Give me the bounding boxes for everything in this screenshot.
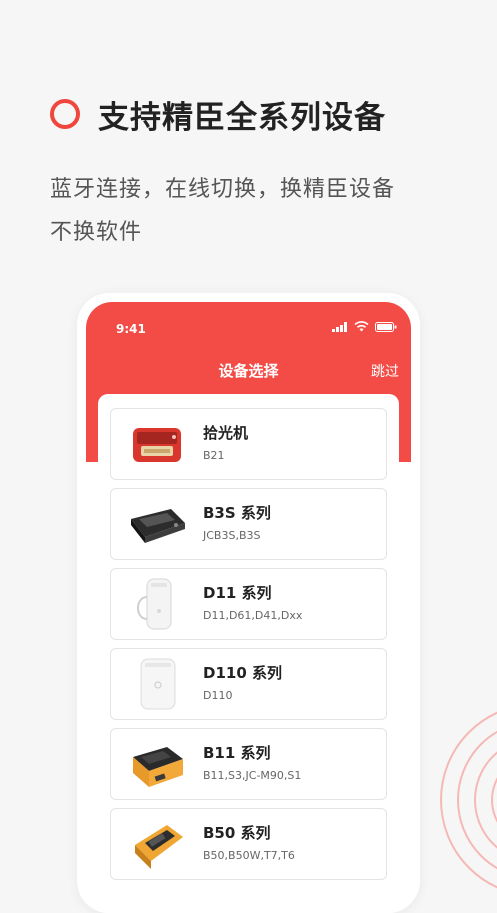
device-name: D11 系列 [203, 584, 272, 602]
device-models: JCB3S,B3S [203, 529, 261, 542]
page-title: 支持精臣全系列设备 [98, 100, 386, 136]
black-portable-printer-icon [131, 509, 185, 543]
device-name: B50 系列 [203, 824, 271, 842]
decorative-arcs-icon [440, 711, 497, 889]
nav-title: 设备选择 [218, 362, 279, 380]
device-name: B11 系列 [203, 744, 271, 762]
subtitle-line-1: 蓝牙连接，在线切换，换精臣设备 [50, 177, 396, 202]
wifi-icon [354, 321, 369, 332]
status-icons [332, 321, 397, 332]
orange-rugged-printer-icon [133, 747, 183, 787]
device-item[interactable]: 拾光机 B21 [110, 408, 387, 480]
phone-mockup: 9:41 设备选择 跳过 拾光机 B21 B3S 系列 JCB3S,B3S D1… [77, 293, 420, 913]
red-retro-printer-icon [133, 428, 181, 462]
device-list: 拾光机 B21 B3S 系列 JCB3S,B3S D11 系列 D11,D61,… [98, 394, 399, 913]
device-name: D110 系列 [203, 664, 282, 682]
white-compact-printer-icon [140, 658, 176, 710]
battery-icon [375, 321, 397, 332]
signal-icon [332, 321, 347, 332]
device-models: D11,D61,D41,Dxx [203, 609, 303, 622]
phone-screen: 9:41 设备选择 跳过 拾光机 B21 B3S 系列 JCB3S,B3S D1… [86, 302, 411, 913]
device-name: 拾光机 [203, 424, 249, 442]
device-name: B3S 系列 [203, 504, 271, 522]
device-models: B11,S3,JC-M90,S1 [203, 769, 302, 782]
device-item[interactable]: D11 系列 D11,D61,D41,Dxx [110, 568, 387, 640]
device-item[interactable]: B50 系列 B50,B50W,T7,T6 [110, 808, 387, 880]
subtitle-line-2: 不换软件 [50, 220, 143, 245]
device-item[interactable]: B11 系列 B11,S3,JC-M90,S1 [110, 728, 387, 800]
device-models: D110 [203, 689, 233, 702]
page-subtitle: 蓝牙连接，在线切换，换精臣设备 不换软件 [50, 168, 430, 254]
orange-industrial-printer-icon [135, 825, 183, 869]
device-item[interactable]: B3S 系列 JCB3S,B3S [110, 488, 387, 560]
device-models: B21 [203, 449, 225, 462]
circle-bullet-icon [50, 99, 80, 129]
status-time: 9:41 [116, 322, 146, 336]
white-handheld-label-printer-icon [137, 578, 172, 630]
device-models: B50,B50W,T7,T6 [203, 849, 295, 862]
device-item[interactable]: D110 系列 D110 [110, 648, 387, 720]
skip-button[interactable]: 跳过 [371, 361, 399, 381]
